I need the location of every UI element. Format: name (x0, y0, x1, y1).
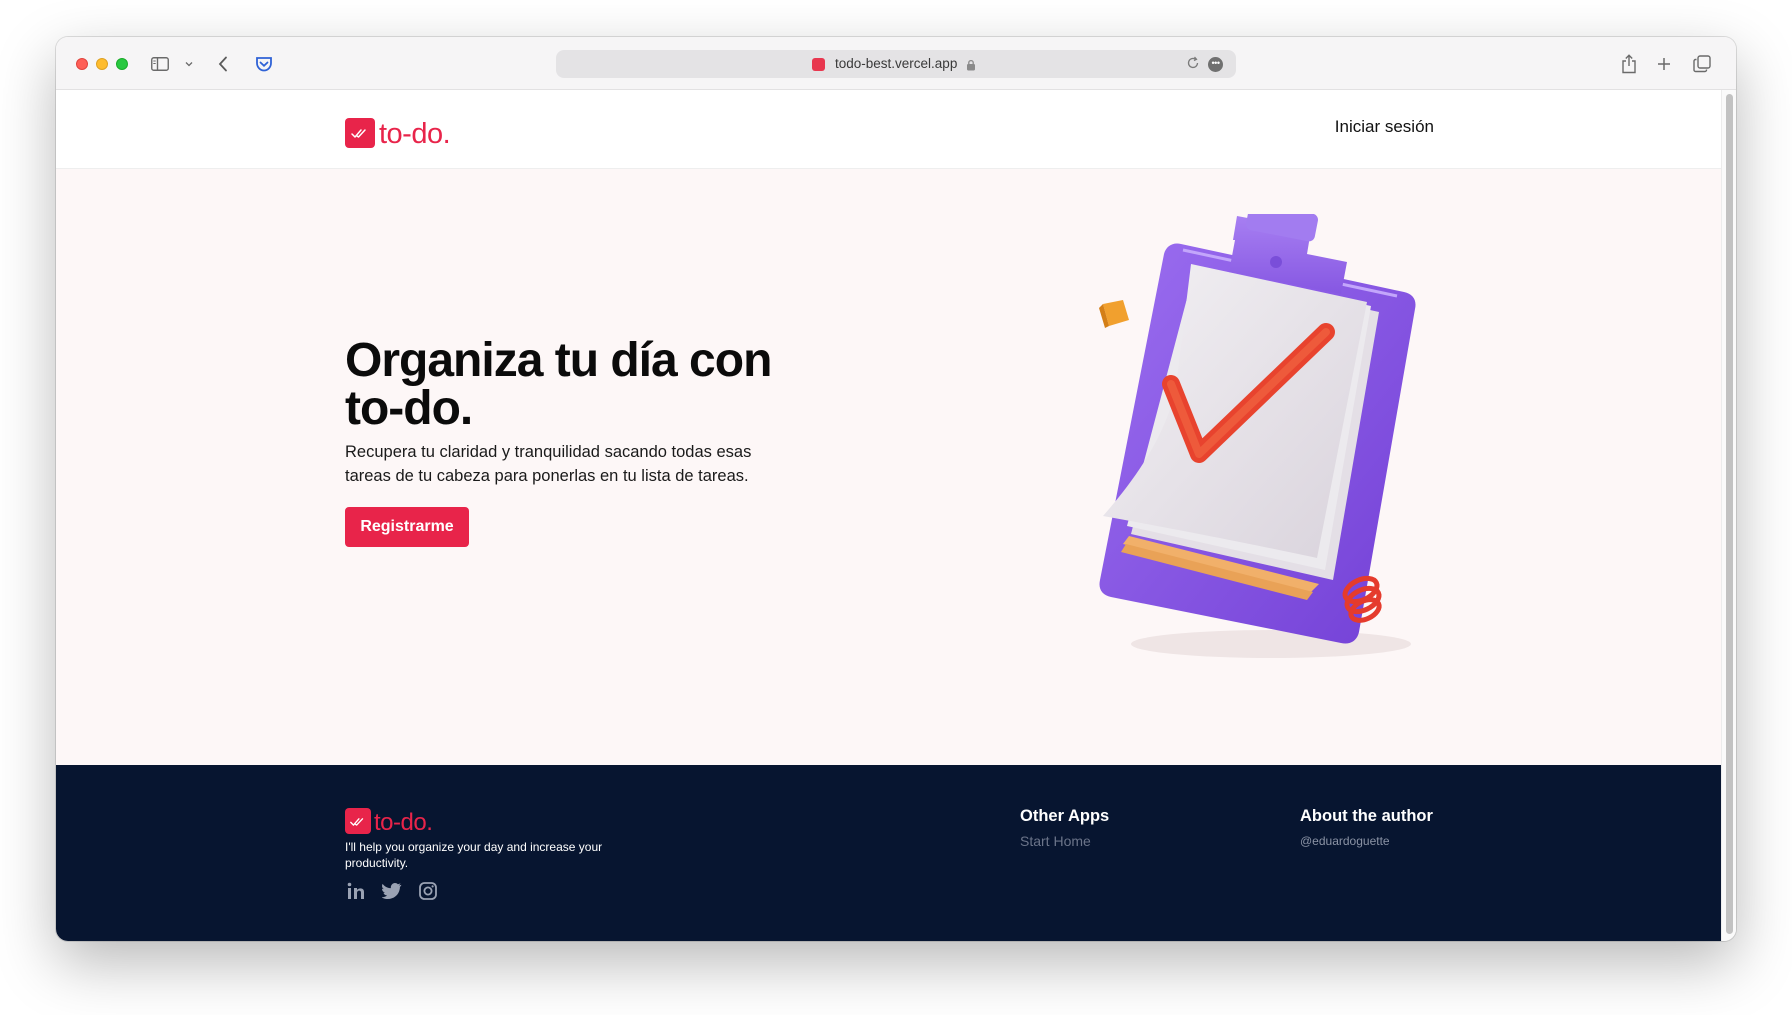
chevron-down-icon[interactable] (184, 52, 194, 76)
footer-logo[interactable]: to-do. (345, 805, 433, 837)
site-footer: to-do. I'll help you organize your day a… (56, 765, 1721, 941)
instagram-icon[interactable] (417, 880, 439, 902)
logo-text: to-do. (379, 118, 451, 150)
scrollbar-thumb[interactable] (1726, 94, 1733, 934)
footer-logo-text: to-do. (374, 809, 433, 836)
address-bar[interactable]: todo-best.vercel.app ••• (556, 50, 1236, 78)
author-handle-link[interactable]: @eduardoguette (1300, 834, 1390, 848)
site-favicon-icon (812, 58, 825, 71)
zoom-window-button[interactable] (116, 58, 128, 70)
register-button[interactable]: Registrarme (345, 507, 469, 547)
login-link[interactable]: Iniciar sesión (1335, 117, 1434, 137)
pocket-icon[interactable] (254, 52, 274, 76)
clipboard-illustration (1071, 202, 1451, 674)
header-logo[interactable]: to-do. (345, 114, 451, 151)
web-page: to-do. Iniciar sesión Organiza tu día co… (56, 90, 1721, 941)
lock-icon (966, 58, 976, 76)
close-window-button[interactable] (76, 58, 88, 70)
other-apps-heading: Other Apps (1020, 807, 1110, 825)
hero-title: Organiza tu día con to-do. (345, 334, 772, 435)
url-text: todo-best.vercel.app (835, 56, 958, 71)
about-author-heading: About the author (1300, 807, 1433, 825)
reload-icon[interactable] (1186, 56, 1200, 75)
hero-section: Organiza tu día con to-do. Recupera tu c… (56, 169, 1721, 765)
back-arrow-icon[interactable] (216, 52, 230, 76)
social-links (345, 880, 439, 902)
hero-description: Recupera tu claridad y tranquilidad saca… (345, 443, 752, 485)
sidebar-toggle-icon[interactable] (150, 52, 170, 76)
share-icon[interactable] (1620, 52, 1638, 76)
start-home-link[interactable]: Start Home (1020, 833, 1091, 849)
linkedin-icon[interactable] (345, 880, 367, 902)
logo-check-icon (345, 117, 375, 148)
new-tab-icon[interactable] (1656, 52, 1672, 76)
footer-tagline: I'll help you organize your day and incr… (345, 840, 603, 870)
site-header: to-do. Iniciar sesión (56, 90, 1721, 169)
browser-toolbar: todo-best.vercel.app ••• (56, 37, 1736, 90)
browser-window: todo-best.vercel.app ••• to-do. Iniciar … (56, 37, 1736, 941)
page-options-icon[interactable]: ••• (1208, 57, 1223, 72)
minimize-window-button[interactable] (96, 58, 108, 70)
logo-check-icon (345, 808, 371, 834)
tab-overview-icon[interactable] (1692, 52, 1712, 76)
page-scrollbar[interactable] (1721, 90, 1736, 941)
twitter-icon[interactable] (381, 880, 403, 902)
